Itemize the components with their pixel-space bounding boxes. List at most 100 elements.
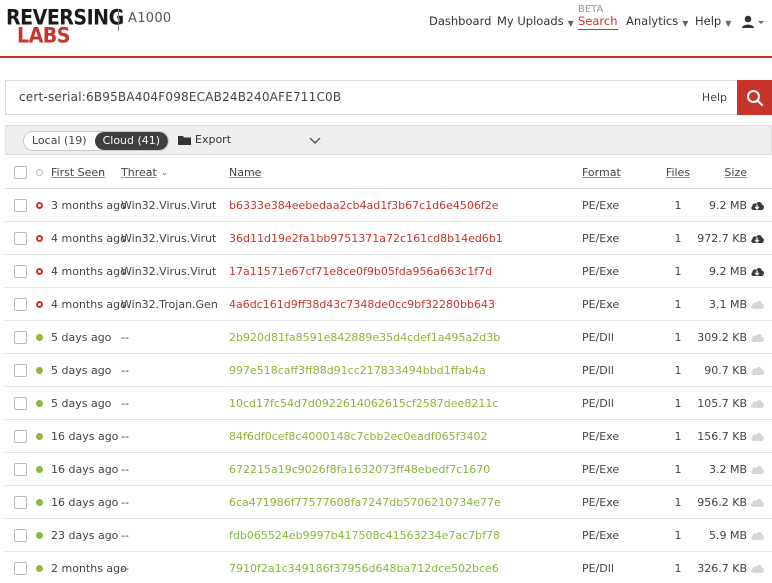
sample-name-link[interactable]: 2b920d81fa8591e842889e35d4cdef1a495a2d3b	[229, 321, 500, 353]
status-cell	[36, 453, 43, 485]
row-checkbox[interactable]	[14, 231, 27, 245]
files-cell: 1	[674, 363, 682, 377]
search-input[interactable]: cert-serial:6B95BA404F098ECAB24B240AFE71…	[5, 80, 737, 115]
search-help-link[interactable]: Help	[702, 91, 727, 104]
nav-help[interactable]: Help ▼	[695, 14, 731, 28]
row-checkbox[interactable]	[14, 330, 27, 344]
sample-name-link[interactable]: 10cd17fc54d7d0922614062615cf2587dee8211c	[229, 387, 498, 419]
sample-name-link[interactable]: fdb065524eb9997b417508c41563234e7ac7bf78	[229, 519, 500, 551]
first-seen-cell: 16 days ago	[51, 495, 119, 509]
row-select-cell	[14, 255, 27, 287]
cloud-cell	[750, 321, 765, 353]
sample-name-link[interactable]: b6333e384eebedaa2cb4ad1f3b67c1d6e4506f2e	[229, 189, 499, 221]
cloud-cell	[750, 288, 765, 320]
cloud-icon	[751, 531, 764, 540]
tab-local[interactable]: Local (19)	[24, 132, 95, 150]
column-first-seen[interactable]: First Seen	[51, 157, 105, 188]
search-query-text[interactable]: cert-serial:6B95BA404F098ECAB24B240AFE71…	[19, 90, 341, 104]
table-row[interactable]: 16 days ago -- 84f6df0cef8c4000148c7cbb2ec…	[5, 420, 772, 453]
select-all-checkbox[interactable]	[14, 166, 27, 179]
table-row[interactable]: 5 days ago -- 997e518caff3ff88d91cc2178334…	[5, 354, 772, 387]
search-button[interactable]	[737, 80, 772, 115]
table-row[interactable]: 16 days ago -- 672215a19c9026f8fa1632073ff…	[5, 453, 772, 486]
row-checkbox[interactable]	[14, 561, 27, 575]
files-cell: 1	[674, 495, 682, 509]
column-files[interactable]: Files	[665, 157, 691, 188]
sample-name-link[interactable]: 7910f2a1c349186f37956d648ba712dce502bce6	[229, 552, 499, 583]
nav-analytics[interactable]: Analytics ▼	[626, 14, 688, 28]
cloud-cell	[750, 552, 765, 583]
nav-my-uploads[interactable]: My Uploads ▼	[497, 14, 574, 28]
status-indicator-icon	[36, 201, 43, 209]
status-cell	[36, 519, 43, 551]
threat-cell: Win32.Virus.Virut	[121, 231, 217, 245]
row-checkbox[interactable]	[14, 396, 27, 410]
cloud-cell	[750, 519, 765, 551]
status-cell	[36, 288, 43, 320]
sample-name-link[interactable]: 84f6df0cef8c4000148c7cbb2ec0eadf065f3402	[229, 420, 488, 452]
table-row[interactable]: 16 days ago -- 6ca471986f77577608fa7247db5…	[5, 486, 772, 519]
cloud-download-icon[interactable]	[750, 200, 765, 211]
status-cell	[36, 222, 43, 254]
table-row[interactable]: 4 months ago Win32.Trojan.Gen 4a6dc161d9ff…	[5, 288, 772, 321]
files-cell: 1	[674, 396, 682, 410]
sample-name-link[interactable]: 17a11571e67cf71e8ce0f9b05fda956a663c1f7d	[229, 255, 492, 287]
status-indicator-icon	[36, 234, 43, 242]
threat-cell: --	[121, 429, 129, 443]
row-checkbox[interactable]	[14, 462, 27, 476]
tab-cloud[interactable]: Cloud (41)	[94, 132, 169, 150]
size-cell: 326.7 KB	[697, 561, 747, 575]
size-cell: 3.1 MB	[708, 297, 747, 311]
nav-dashboard-label: Dashboard	[429, 14, 492, 28]
sample-name-link[interactable]: 672215a19c9026f8fa1632073ff48ebedf7c1670	[229, 453, 490, 485]
column-name[interactable]: Name	[229, 157, 261, 188]
cloud-cell	[750, 387, 765, 419]
column-size[interactable]: Size	[695, 157, 747, 188]
row-checkbox[interactable]	[14, 264, 27, 278]
user-menu[interactable]	[741, 15, 765, 32]
cloud-cell	[750, 222, 765, 254]
files-cell: 1	[674, 264, 682, 278]
cloud-icon	[751, 564, 764, 573]
table-row[interactable]: 4 months ago Win32.Virus.Virut 36d11d19e2f…	[5, 222, 772, 255]
column-threat[interactable]: Threat ⌄	[121, 157, 168, 188]
size-cell: 309.2 KB	[697, 330, 747, 344]
cloud-download-icon[interactable]	[750, 233, 765, 244]
column-format[interactable]: Format	[582, 157, 621, 188]
row-checkbox[interactable]	[14, 198, 27, 212]
table-row[interactable]: 5 days ago -- 10cd17fc54d7d0922614062615cf…	[5, 387, 772, 420]
files-cell: 1	[674, 429, 682, 443]
status-header-cell	[36, 157, 43, 188]
row-checkbox[interactable]	[14, 429, 27, 443]
cloud-download-icon[interactable]	[750, 266, 765, 277]
row-checkbox[interactable]	[14, 297, 27, 311]
sample-name-link[interactable]: 6ca471986f77577608fa7247db5706210734e77e	[229, 486, 501, 518]
product-divider	[118, 9, 119, 31]
table-row[interactable]: 5 days ago -- 2b920d81fa8591e842889e35d4cd…	[5, 321, 772, 354]
table-row[interactable]: 23 days ago -- fdb065524eb9997b417508c4156…	[5, 519, 772, 552]
cloud-icon	[751, 498, 764, 507]
first-seen-cell: 23 days ago	[51, 528, 119, 542]
row-checkbox[interactable]	[14, 495, 27, 509]
sample-name-link[interactable]: 4a6dc161d9ff38d43c7348de0cc9bf32280bb643	[229, 288, 495, 320]
row-checkbox[interactable]	[14, 363, 27, 377]
row-checkbox[interactable]	[14, 528, 27, 542]
nav-search[interactable]: Search	[578, 14, 618, 30]
table-row[interactable]: 3 months ago Win32.Virus.Virut b6333e384ee…	[5, 189, 772, 222]
first-seen-cell: 4 months ago	[51, 231, 127, 245]
status-cell	[36, 552, 43, 583]
nav-dashboard[interactable]: Dashboard	[429, 14, 491, 28]
column-threat-label: Threat	[121, 166, 157, 179]
table-row[interactable]: 4 months ago Win32.Virus.Virut 17a11571e67…	[5, 255, 772, 288]
reversinglabs-logo[interactable]: REVERSING LABS	[6, 6, 124, 48]
sample-name-link[interactable]: 36d11d19e2fa1bb9751371a72c161cd8b14ed6b1	[229, 222, 503, 254]
table-row[interactable]: 2 months ago -- 7910f2a1c349186f37956d648b…	[5, 552, 772, 583]
sample-name-link[interactable]: 997e518caff3ff88d91cc217833494bbd1ffab4a	[229, 354, 486, 386]
folder-icon	[178, 135, 191, 145]
row-select-cell	[14, 420, 27, 452]
first-seen-cell: 4 months ago	[51, 264, 127, 278]
export-button[interactable]: Export	[178, 133, 231, 146]
files-cell: 1	[674, 198, 682, 212]
threat-cell: --	[121, 561, 129, 575]
export-dropdown[interactable]	[309, 135, 321, 148]
